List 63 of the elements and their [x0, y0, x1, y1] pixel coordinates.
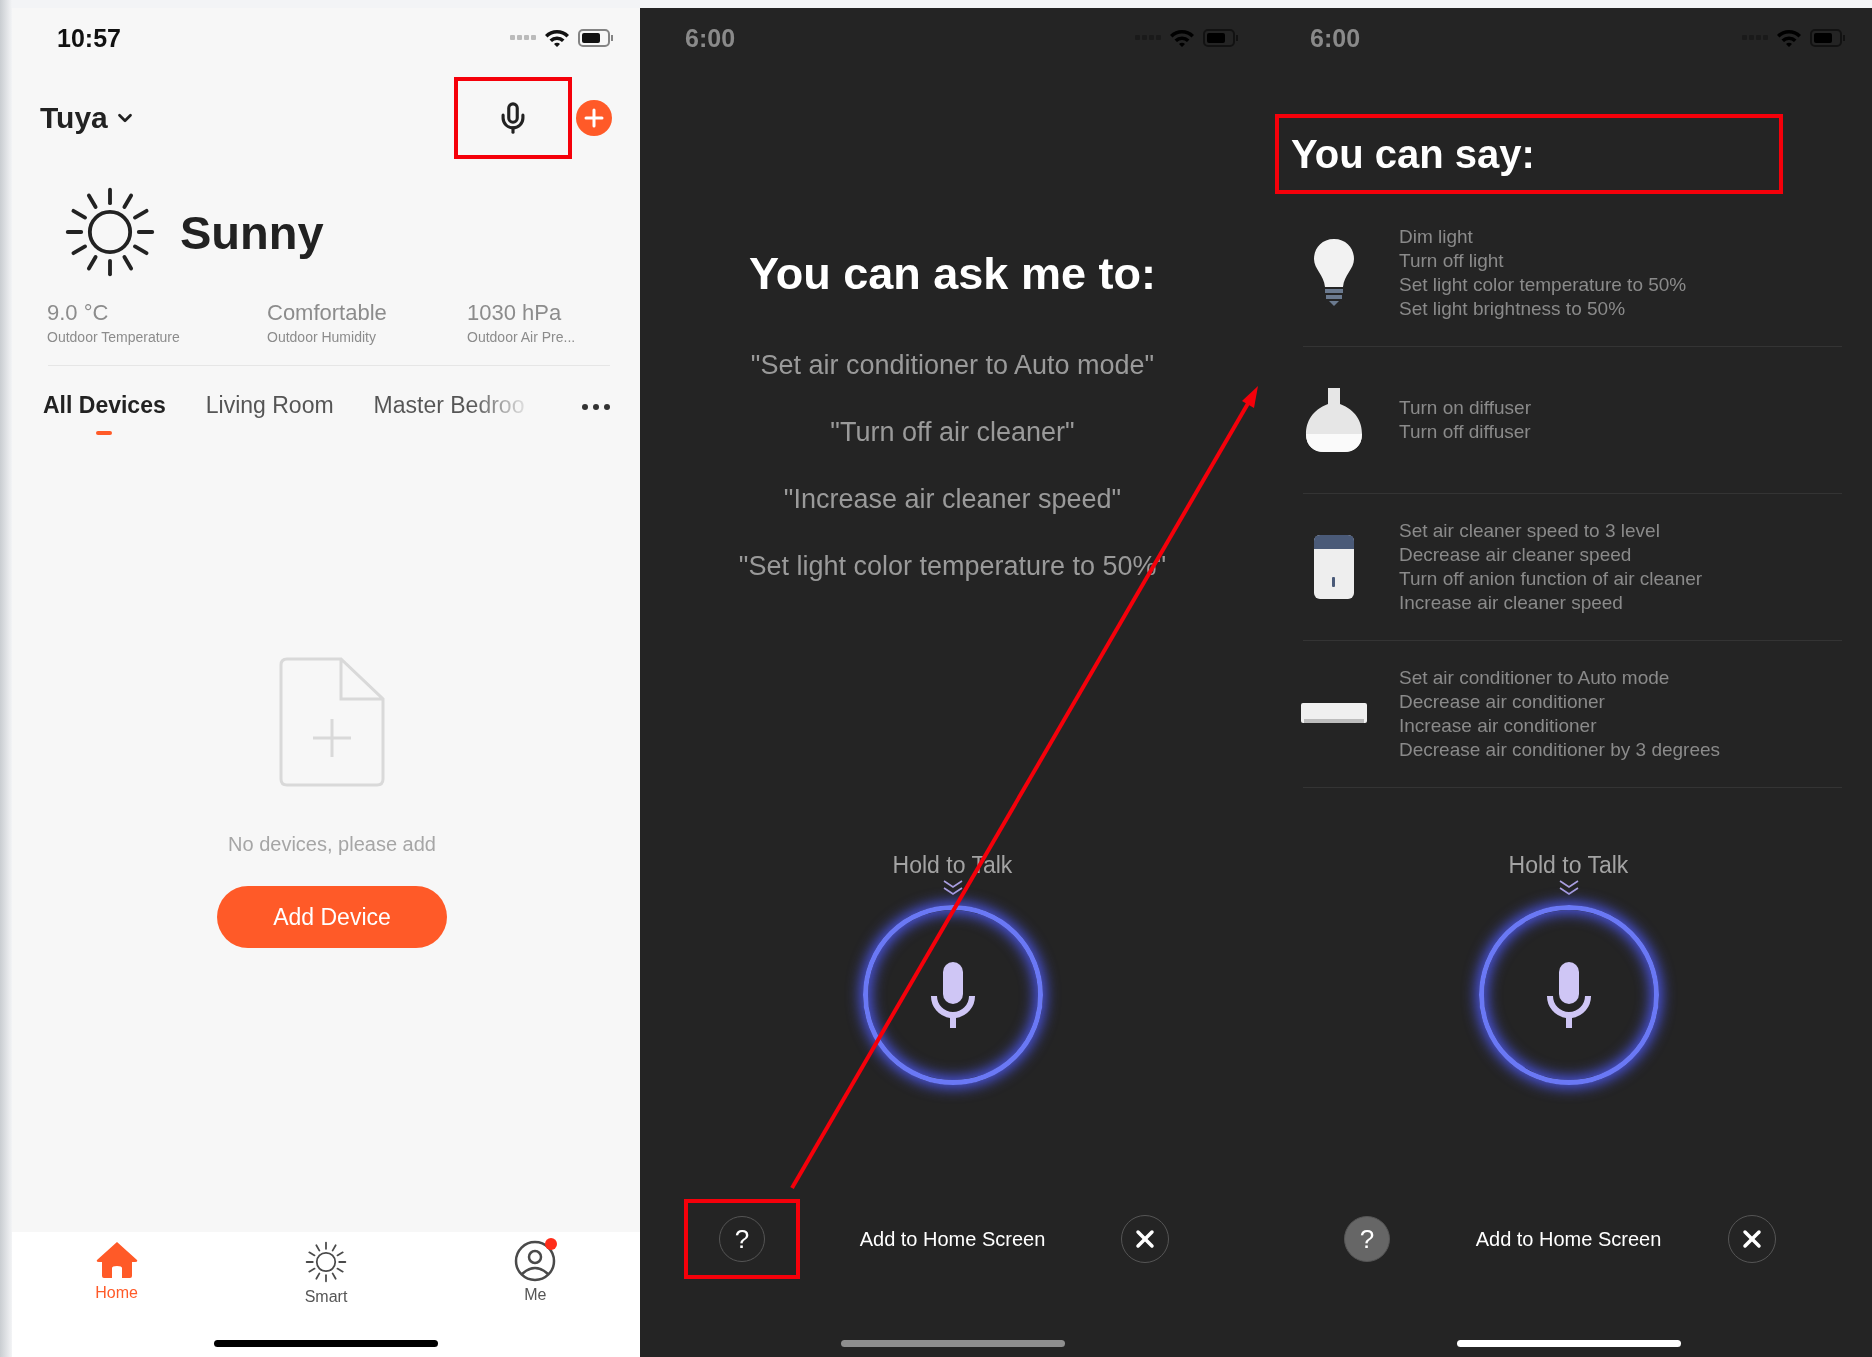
- command-text: Set air conditioner to Auto mode: [1399, 666, 1671, 690]
- empty-message: No devices, please add: [228, 833, 436, 856]
- screen-title: You can say:: [1291, 131, 1535, 177]
- wifi-icon: [544, 28, 570, 48]
- double-chevron-icon: [941, 879, 964, 897]
- example-phrase: "Turn off air cleaner": [830, 417, 1075, 448]
- light-bulb-icon: [1312, 237, 1356, 309]
- status-time: 6:00: [685, 23, 736, 53]
- command-text: Increase air cleaner speed: [1399, 591, 1624, 615]
- command-text: Decrease air cleaner speed: [1399, 543, 1633, 567]
- microphone-icon: [928, 962, 977, 1028]
- room-tab[interactable]: All Devices: [43, 392, 166, 435]
- wifi-icon: [1776, 28, 1802, 48]
- status-time: 10:57: [57, 23, 121, 53]
- weather-label: Outdoor Temperature: [47, 329, 181, 345]
- add-button[interactable]: [576, 100, 612, 136]
- air-conditioner-icon: [1300, 702, 1368, 726]
- user-icon: [514, 1240, 557, 1282]
- diffuser-icon: [1304, 386, 1364, 454]
- weather-condition: Sunny: [180, 204, 324, 260]
- hold-to-talk-label: Hold to Talk: [1508, 852, 1629, 879]
- talk-button[interactable]: [1478, 905, 1659, 1085]
- sun-icon: [304, 1240, 348, 1284]
- example-phrase: "Set air conditioner to Auto mode": [750, 350, 1155, 381]
- command-text: Set light color temperature to 50%: [1399, 273, 1687, 297]
- command-text: Decrease air conditioner by 3 degrees: [1399, 738, 1721, 762]
- add-to-home-screen-button[interactable]: Add to Home Screen: [1425, 1227, 1712, 1251]
- weather-value: Comfortable: [267, 300, 388, 326]
- command-text: Turn off light: [1399, 249, 1505, 273]
- weather-label: Outdoor Air Pre...: [467, 329, 577, 345]
- status-time: 6:00: [1310, 23, 1361, 53]
- command-text: Set air cleaner speed to 3 level: [1399, 519, 1661, 543]
- command-text: Decrease air conditioner: [1399, 690, 1606, 714]
- screen-title: You can ask me to:: [748, 248, 1157, 300]
- command-text: Turn on diffuser: [1399, 396, 1532, 420]
- tab-bar-item[interactable]: Smart: [221, 1240, 431, 1306]
- command-text: Turn off anion function of air cleaner: [1399, 567, 1703, 591]
- room-tab[interactable]: Living Room: [205, 392, 334, 435]
- plus-icon: [584, 108, 604, 128]
- help-button[interactable]: ?: [1344, 1216, 1390, 1262]
- command-text: Turn off diffuser: [1399, 420, 1532, 444]
- empty-file-icon: [279, 657, 385, 787]
- weather-value: 9.0 °C: [47, 300, 110, 326]
- microphone-icon: [1544, 962, 1593, 1028]
- battery-icon: [1810, 28, 1846, 48]
- tab-bar-item[interactable]: Me: [430, 1240, 640, 1306]
- command-text: Increase air conditioner: [1399, 714, 1598, 738]
- command-text: Dim light: [1399, 225, 1474, 249]
- double-chevron-icon: [1557, 879, 1580, 897]
- add-to-home-screen-button[interactable]: Add to Home Screen: [800, 1227, 1105, 1251]
- battery-icon: [1203, 28, 1239, 48]
- talk-button[interactable]: [862, 905, 1043, 1085]
- example-phrase: "Increase air cleaner speed": [783, 484, 1122, 515]
- air-cleaner-icon: [1312, 533, 1356, 601]
- signal-icon: [510, 35, 536, 41]
- weather-value: 1030 hPa: [467, 300, 563, 326]
- weather-label: Outdoor Humidity: [267, 329, 377, 345]
- home-selector[interactable]: Tuya: [40, 101, 136, 135]
- more-icon[interactable]: [582, 404, 610, 410]
- battery-icon: [578, 28, 614, 48]
- home-icon: [94, 1240, 139, 1280]
- wifi-icon: [1169, 28, 1195, 48]
- command-text: Set light brightness to 50%: [1399, 297, 1627, 321]
